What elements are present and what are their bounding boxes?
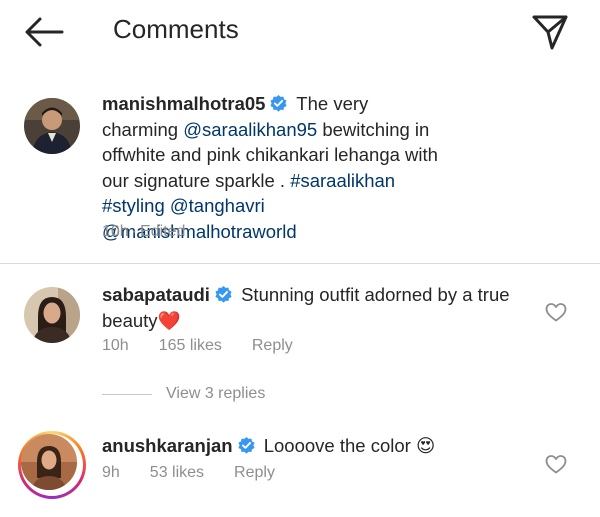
hashtag-link[interactable]: #saraalikhan bbox=[290, 170, 395, 191]
profile-photo-anushkaranjan bbox=[21, 434, 77, 490]
hashtag-link[interactable]: #styling bbox=[102, 195, 165, 216]
heart-emoji: ❤️ bbox=[157, 309, 181, 331]
like-button[interactable] bbox=[544, 300, 568, 324]
replies-line bbox=[102, 394, 152, 395]
avatar bbox=[21, 434, 77, 490]
comment-body: Loooove the color bbox=[263, 435, 411, 456]
timestamp: 9h bbox=[102, 464, 120, 481]
avatar[interactable] bbox=[24, 98, 80, 154]
mention-link[interactable]: @saraalikhan95 bbox=[183, 119, 317, 140]
heart-outline-icon bbox=[545, 455, 567, 474]
back-button[interactable] bbox=[22, 14, 64, 50]
verified-badge-icon bbox=[215, 285, 232, 303]
comment-meta: 10h 165 likes Reply bbox=[102, 337, 293, 355]
avatar[interactable] bbox=[24, 287, 80, 343]
direct-message-button[interactable] bbox=[530, 12, 570, 52]
like-button[interactable] bbox=[544, 452, 568, 476]
caption-text: manishmalhotra05 The very charming @sara… bbox=[102, 91, 442, 244]
comment-text: anushkaranjan Loooove the color 😍 bbox=[102, 433, 512, 459]
verified-badge-icon bbox=[238, 436, 255, 454]
divider bbox=[0, 263, 600, 264]
like-count[interactable]: 165 likes bbox=[159, 337, 222, 355]
separator: · bbox=[131, 223, 138, 240]
timestamp: 10h bbox=[102, 337, 129, 354]
username[interactable]: sabapataudi bbox=[102, 284, 210, 305]
view-replies-label: View 3 replies bbox=[166, 385, 266, 402]
username[interactable]: anushkaranjan bbox=[102, 435, 233, 456]
mention-link[interactable]: @tanghavri bbox=[170, 195, 265, 216]
page-title: Comments bbox=[113, 14, 239, 44]
profile-photo-manishmalhotra05 bbox=[24, 98, 80, 154]
edited-label: Edited bbox=[140, 223, 186, 240]
timestamp: 10h bbox=[102, 223, 129, 240]
story-ring[interactable] bbox=[18, 431, 86, 499]
like-count[interactable]: 53 likes bbox=[150, 464, 204, 482]
reply-button[interactable]: Reply bbox=[234, 464, 275, 482]
heart-outline-icon bbox=[545, 303, 567, 322]
verified-badge-icon bbox=[270, 94, 288, 112]
header-bar: Comments bbox=[0, 0, 600, 64]
profile-photo-sabapataudi bbox=[24, 287, 80, 343]
comment-text: sabapataudi Stunning outfit adorned by a… bbox=[102, 282, 512, 333]
username[interactable]: manishmalhotra05 bbox=[102, 93, 265, 114]
arrow-left-icon bbox=[25, 17, 64, 47]
heart-eyes-emoji: 😍 bbox=[415, 435, 436, 456]
comment-meta: 9h 53 likes Reply bbox=[102, 464, 275, 482]
paper-plane-icon bbox=[532, 15, 568, 50]
caption-meta: 10h · Edited bbox=[102, 223, 185, 241]
reply-button[interactable]: Reply bbox=[252, 337, 293, 355]
